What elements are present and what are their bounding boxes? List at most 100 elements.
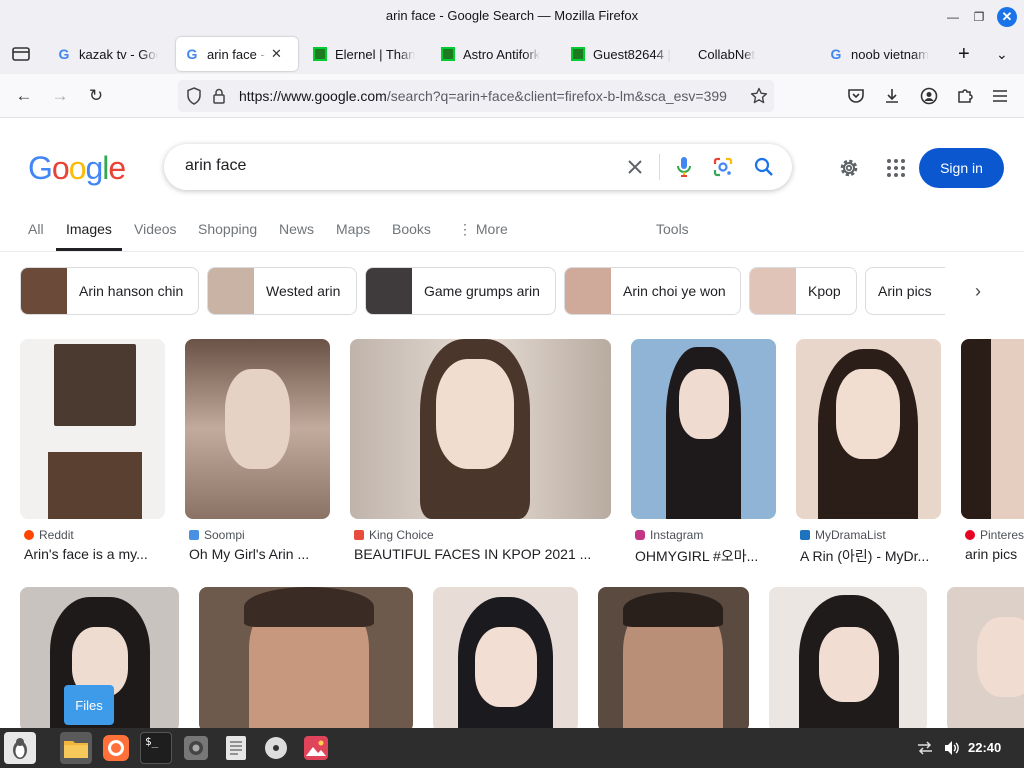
result-image[interactable]	[20, 339, 165, 519]
image-viewer-button[interactable]	[300, 732, 332, 764]
result-source[interactable]: Pinterest	[965, 528, 1024, 542]
network-icon[interactable]	[916, 740, 934, 761]
result-title[interactable]: Arin's face is a my...	[24, 546, 164, 562]
result-title[interactable]: BEAUTIFUL FACES IN KPOP 2021 ...	[354, 546, 604, 562]
tab-2[interactable]: Elernel | Than	[304, 37, 424, 71]
taskbar-clock[interactable]: 22:40	[968, 740, 1001, 755]
image-result[interactable]: King Choice BEAUTIFUL FACES IN KPOP 2021…	[350, 339, 611, 575]
lens-search-button[interactable]	[711, 155, 735, 179]
image-result[interactable]: Pinterest arin pics	[961, 339, 1024, 575]
voice-search-button[interactable]	[672, 155, 696, 179]
result-image[interactable]	[631, 339, 776, 519]
url-bar[interactable]: https://www.google.com/search?q=arin+fac…	[178, 80, 774, 112]
related-chip[interactable]: Arin choi ye won	[564, 267, 741, 315]
result-image[interactable]	[947, 587, 1024, 728]
result-image[interactable]	[769, 587, 927, 728]
tab-shopping[interactable]: Shopping	[198, 221, 257, 237]
image-result[interactable]	[598, 587, 749, 728]
result-title[interactable]: OHMYGIRL #오마...	[635, 546, 775, 566]
result-source[interactable]: Soompi	[189, 528, 245, 542]
text-editor-button[interactable]	[220, 732, 252, 764]
search-submit-button[interactable]	[752, 155, 776, 179]
reload-button[interactable]: ↻	[83, 83, 109, 109]
back-button[interactable]: ←	[11, 83, 37, 109]
related-chip[interactable]: Wested arin	[207, 267, 357, 315]
result-image[interactable]	[796, 339, 941, 519]
result-title[interactable]: Oh My Girl's Arin ...	[189, 546, 324, 562]
search-input[interactable]: arin face	[185, 157, 246, 175]
related-chip[interactable]: Arin pics	[865, 267, 945, 315]
tab-books[interactable]: Books	[392, 221, 431, 237]
related-chip[interactable]: Game grumps arin	[365, 267, 556, 315]
sign-in-button[interactable]: Sign in	[919, 148, 1004, 188]
shield-icon[interactable]	[186, 87, 202, 105]
image-result[interactable]: Reddit Arin's face is a my...	[20, 339, 165, 575]
close-button[interactable]: ✕	[997, 7, 1017, 27]
tab-1[interactable]: G arin face - G ✕	[176, 37, 298, 71]
result-image[interactable]	[185, 339, 330, 519]
image-result[interactable]	[433, 587, 578, 728]
volume-icon[interactable]	[943, 740, 961, 761]
tab-5[interactable]: CollabNet	[690, 37, 816, 71]
lock-icon[interactable]	[212, 88, 226, 104]
firefox-button[interactable]	[100, 732, 132, 764]
image-result[interactable]: Instagram OHMYGIRL #오마...	[631, 339, 776, 575]
maximize-button[interactable]: ❐	[969, 7, 989, 27]
image-result[interactable]	[769, 587, 927, 728]
disc-burner-button[interactable]	[260, 732, 292, 764]
tab-0[interactable]: G kazak tv - Goo	[48, 37, 166, 71]
list-all-tabs-button[interactable]: ⌄	[988, 37, 1018, 71]
tab-tools[interactable]: Tools	[656, 221, 689, 237]
screenshot-button[interactable]	[180, 732, 212, 764]
chip-label: Kpop	[808, 283, 841, 299]
result-image[interactable]	[199, 587, 413, 728]
image-result[interactable]	[199, 587, 413, 728]
files-button[interactable]	[60, 732, 92, 764]
minimize-button[interactable]: —	[943, 7, 963, 27]
start-menu-button[interactable]	[4, 732, 36, 764]
extensions-button[interactable]	[952, 83, 978, 109]
tab-overview-button[interactable]	[4, 37, 40, 71]
tab-maps[interactable]: Maps	[336, 221, 370, 237]
result-source[interactable]: Instagram	[635, 528, 703, 542]
forward-button[interactable]: →	[47, 83, 73, 109]
tab-6[interactable]: G noob vietnam	[820, 37, 940, 71]
downloads-button[interactable]	[879, 83, 905, 109]
bookmark-star-icon[interactable]	[750, 87, 768, 105]
chips-next-button[interactable]: ›	[958, 276, 998, 306]
google-logo[interactable]: Google	[28, 150, 126, 187]
clear-search-button[interactable]	[623, 155, 647, 179]
result-image[interactable]	[433, 587, 578, 728]
image-result[interactable]: Soompi Oh My Girl's Arin ...	[185, 339, 330, 575]
close-tab-icon[interactable]: ✕	[271, 46, 282, 62]
terminal-button[interactable]: $_	[140, 732, 172, 764]
tab-news[interactable]: News	[279, 221, 314, 237]
result-image[interactable]	[961, 339, 1024, 519]
tab-4[interactable]: Guest82644 |	[562, 37, 682, 71]
result-source[interactable]: Reddit	[24, 528, 74, 542]
terminal-icon: $_	[145, 735, 159, 748]
result-title[interactable]: A Rin (아린) - MyDr...	[800, 546, 940, 566]
related-chip[interactable]: Kpop	[749, 267, 857, 315]
result-source[interactable]: King Choice	[354, 528, 434, 542]
settings-gear-icon[interactable]	[837, 156, 861, 180]
tab-images[interactable]: Images	[66, 221, 112, 237]
account-button[interactable]	[916, 83, 942, 109]
tab-all[interactable]: All	[28, 221, 44, 237]
new-tab-button[interactable]: +	[950, 37, 978, 71]
tab-3[interactable]: Astro Antifork	[432, 37, 554, 71]
tab-videos[interactable]: Videos	[134, 221, 177, 237]
url-text[interactable]: https://www.google.com/search?q=arin+fac…	[239, 88, 738, 104]
result-image[interactable]	[598, 587, 749, 728]
search-box[interactable]: arin face	[164, 144, 792, 190]
result-image[interactable]	[350, 339, 611, 519]
app-menu-button[interactable]	[987, 83, 1013, 109]
image-result[interactable]	[947, 587, 1024, 728]
result-title[interactable]: arin pics	[965, 546, 1024, 562]
google-apps-icon[interactable]	[884, 156, 908, 180]
result-source[interactable]: MyDramaList	[800, 528, 886, 542]
tab-more[interactable]: ⋮ More	[458, 221, 508, 238]
image-result[interactable]: MyDramaList A Rin (아린) - MyDr...	[796, 339, 941, 575]
related-chip[interactable]: Arin hanson chin	[20, 267, 199, 315]
pocket-button[interactable]	[843, 83, 869, 109]
